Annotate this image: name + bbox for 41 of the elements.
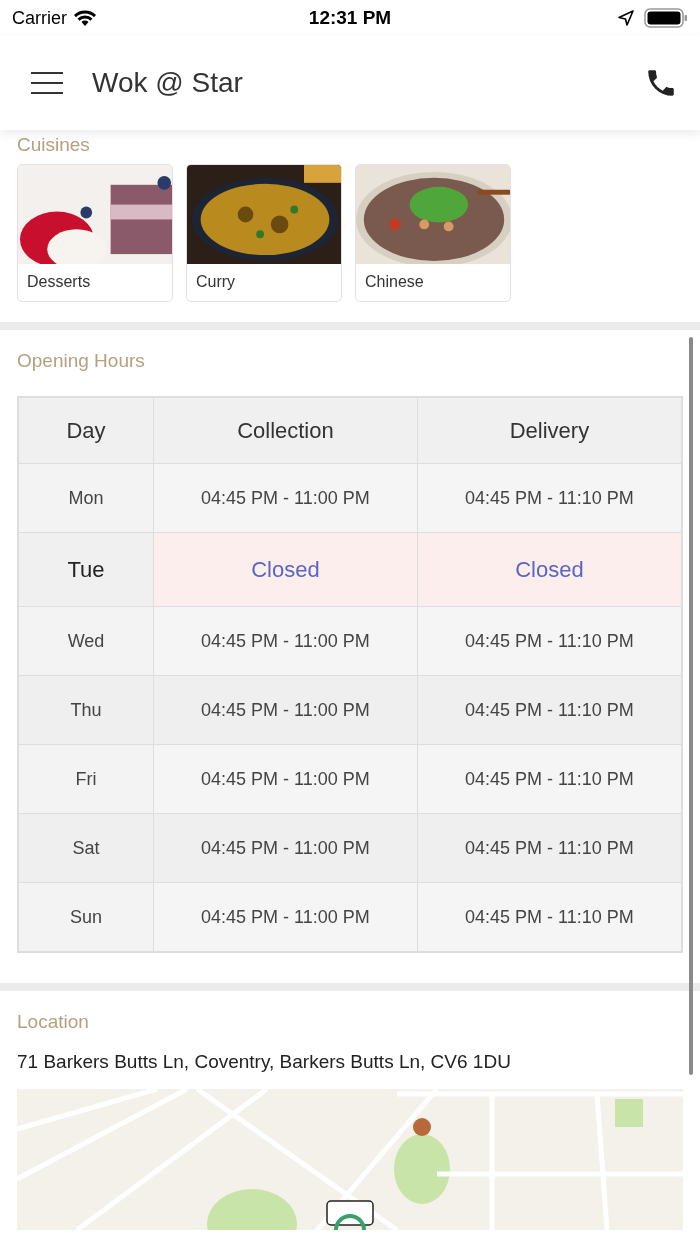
table-cell: 04:45 PM - 11:10 PM	[417, 882, 682, 952]
table-cell: 04:45 PM - 11:00 PM	[153, 606, 418, 676]
table-cell: 04:45 PM - 11:10 PM	[417, 606, 682, 676]
column-header: Collection	[153, 397, 418, 464]
section-title: Location	[17, 1011, 90, 1033]
table-cell: Closed	[153, 532, 418, 607]
day-cell: Sat	[18, 813, 154, 883]
cuisine-card[interactable]: Curry	[186, 164, 342, 302]
table-cell: Closed	[417, 532, 682, 607]
cuisine-label: Chinese	[364, 272, 425, 292]
menu-icon[interactable]	[30, 71, 64, 95]
table-cell: 04:45 PM - 11:00 PM	[153, 744, 418, 814]
table-cell: 04:45 PM - 11:10 PM	[417, 675, 682, 745]
day-cell: Tue	[18, 532, 154, 607]
day-cell: Mon	[18, 463, 154, 533]
table-cell: 04:45 PM - 11:00 PM	[153, 463, 418, 533]
table-cell: 04:45 PM - 11:10 PM	[417, 813, 682, 883]
table-cell: 04:45 PM - 11:00 PM	[153, 813, 418, 883]
day-cell: Thu	[18, 675, 154, 745]
wifi-icon	[73, 9, 97, 27]
day-cell: Fri	[18, 744, 154, 814]
cuisine-card[interactable]: Desserts	[17, 164, 173, 302]
clock-time: 12:31 PM	[308, 7, 392, 29]
carrier-name: Carrier	[12, 7, 67, 29]
day-cell: Sun	[18, 882, 154, 952]
table-cell: 04:45 PM - 11:10 PM	[417, 744, 682, 814]
day-cell: Wed	[18, 606, 154, 676]
cuisine-card[interactable]: Chinese	[355, 164, 511, 302]
column-header: Day	[18, 397, 154, 464]
table-cell: 04:45 PM - 11:00 PM	[153, 882, 418, 952]
table-cell: 04:45 PM - 11:00 PM	[153, 675, 418, 745]
section-title: Opening Hours	[17, 350, 146, 372]
column-header: Delivery	[417, 397, 682, 464]
address-text: 71 Barkers Butts Ln, Coventry, Barkers Butts Ln, CV6 1DU	[17, 1051, 512, 1073]
cuisine-label: Curry	[195, 272, 237, 292]
location-arrow-icon	[618, 10, 634, 26]
app-title: Wok @ Star	[92, 67, 243, 99]
table-cell: 04:45 PM - 11:10 PM	[417, 463, 682, 533]
cuisine-label: Desserts	[26, 272, 92, 292]
battery-icon	[644, 8, 688, 28]
section-title: Cuisines	[17, 134, 91, 156]
